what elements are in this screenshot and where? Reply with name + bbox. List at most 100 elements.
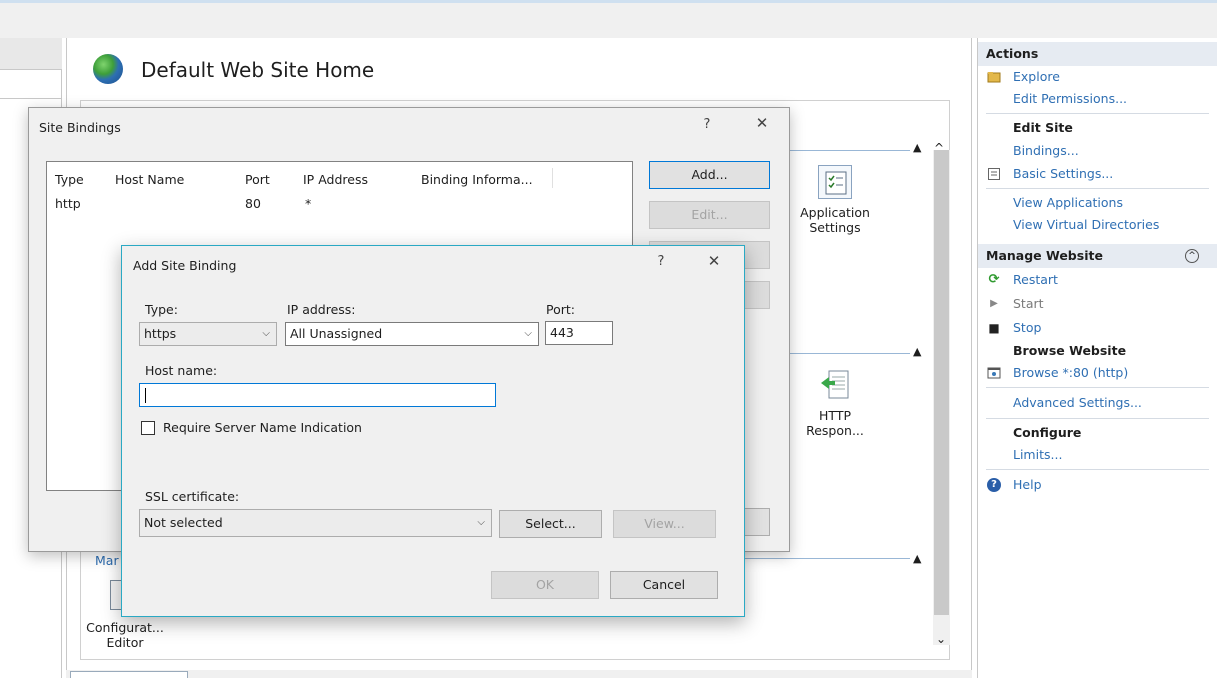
table-cell-type[interactable]: http xyxy=(55,196,81,211)
browse-80-label: Browse *:80 (http) xyxy=(1013,365,1129,380)
actions-pane: Actions Explore Edit Permissions... Edit… xyxy=(977,38,1217,678)
section-divider xyxy=(790,150,910,151)
feature-configuration-editor[interactable]: Configurat... Editor xyxy=(80,620,170,650)
select-certificate-button[interactable]: Select... xyxy=(499,510,602,538)
help-icon[interactable]: ? xyxy=(646,254,676,269)
sni-checkbox[interactable] xyxy=(141,421,155,435)
ssl-certificate-label: SSL certificate: xyxy=(145,489,240,504)
start-label: Start xyxy=(1013,296,1044,311)
advanced-settings-link[interactable]: Advanced Settings... xyxy=(978,391,1217,415)
limits-label: Limits... xyxy=(1013,447,1063,462)
cancel-button[interactable]: Cancel xyxy=(610,571,718,599)
column-header-port[interactable]: Port xyxy=(245,172,270,187)
basic-settings-link[interactable]: Basic Settings... xyxy=(978,163,1217,185)
help-icon: ? xyxy=(987,478,1001,492)
folder-icon xyxy=(987,70,1001,84)
stop-icon: ■ xyxy=(988,321,1000,335)
ok-button[interactable]: OK xyxy=(491,571,599,599)
help-icon[interactable]: ? xyxy=(692,117,722,132)
scrollbar-thumb[interactable] xyxy=(934,150,949,615)
page-title: Default Web Site Home xyxy=(141,58,375,82)
close-icon[interactable]: ✕ xyxy=(699,252,729,270)
section-divider xyxy=(790,353,910,354)
ssl-certificate-select[interactable]: Not selected ⌵ xyxy=(139,509,492,537)
close-icon[interactable]: ✕ xyxy=(747,114,777,132)
edit-permissions-link[interactable]: Edit Permissions... xyxy=(978,88,1217,110)
bindings-link[interactable]: Bindings... xyxy=(978,139,1217,163)
dialog-title: Site Bindings xyxy=(39,120,121,135)
divider xyxy=(986,418,1209,419)
table-cell-ip[interactable]: * xyxy=(305,196,311,211)
section-divider xyxy=(745,558,910,559)
column-header-host-name[interactable]: Host Name xyxy=(115,172,184,187)
basic-settings-label: Basic Settings... xyxy=(1013,166,1114,181)
collapse-chevron-icon[interactable]: ▲ xyxy=(913,141,921,154)
sni-label[interactable]: Require Server Name Indication xyxy=(163,420,362,435)
view-virtual-directories-link[interactable]: View Virtual Directories xyxy=(978,214,1217,236)
browse-website-heading: Browse Website xyxy=(1013,343,1127,358)
help-label: Help xyxy=(1013,477,1042,492)
explore-link[interactable]: Explore xyxy=(978,66,1217,88)
view-applications-label: View Applications xyxy=(1013,195,1123,210)
start-link[interactable]: ▶ Start xyxy=(978,292,1217,316)
type-select-value: https xyxy=(144,326,177,341)
table-cell-port[interactable]: 80 xyxy=(245,196,261,211)
type-label: Type: xyxy=(145,302,178,317)
limits-link[interactable]: Limits... xyxy=(978,444,1217,466)
type-select[interactable]: https ⌵ xyxy=(139,322,277,346)
restart-link[interactable]: ⟳ Restart xyxy=(978,268,1217,292)
column-header-type[interactable]: Type xyxy=(55,172,84,187)
application-settings-icon xyxy=(818,165,852,199)
chevron-down-icon: ⌵ xyxy=(524,328,532,339)
help-link[interactable]: ? Help xyxy=(978,473,1217,497)
chevron-down-icon: ⌵ xyxy=(477,517,485,528)
dialog-title: Add Site Binding xyxy=(133,258,237,273)
scroll-down-arrow-icon[interactable]: ⌄ xyxy=(936,632,946,646)
stop-link[interactable]: ■ Stop xyxy=(978,316,1217,340)
feature-label: Application xyxy=(800,205,870,220)
restart-label: Restart xyxy=(1013,272,1058,287)
host-name-label: Host name: xyxy=(145,363,218,378)
column-header-ip-address[interactable]: IP Address xyxy=(303,172,368,187)
collapse-chevron-icon[interactable]: ▲ xyxy=(913,345,921,358)
column-divider xyxy=(552,168,553,188)
top-toolbar-area xyxy=(0,0,1217,38)
view-applications-link[interactable]: View Applications xyxy=(978,192,1217,214)
feature-label: Editor xyxy=(106,635,144,650)
checklist-icon xyxy=(825,171,847,195)
advanced-settings-label: Advanced Settings... xyxy=(1013,395,1142,410)
restart-icon: ⟳ xyxy=(988,272,1000,287)
bindings-label: Bindings... xyxy=(1013,143,1079,158)
ip-address-select[interactable]: All Unassigned ⌵ xyxy=(285,322,539,346)
column-header-binding-information[interactable]: Binding Informa... xyxy=(421,172,533,187)
chevron-down-icon: ⌵ xyxy=(262,328,270,339)
add-button[interactable]: Add... xyxy=(649,161,770,189)
view-virtual-directories-label: View Virtual Directories xyxy=(1013,217,1160,232)
start-icon: ▶ xyxy=(990,298,998,309)
globe-icon xyxy=(93,54,123,84)
manage-website-header: Manage Website ^ xyxy=(978,244,1217,268)
collapse-circle-icon[interactable]: ^ xyxy=(1185,249,1199,263)
view-certificate-button[interactable]: View... xyxy=(613,510,716,538)
text-caret xyxy=(145,388,146,403)
add-site-binding-dialog: Add Site Binding ? ✕ Type: https ⌵ IP ad… xyxy=(121,245,745,617)
edit-button[interactable]: Edit... xyxy=(649,201,770,229)
ssl-certificate-value: Not selected xyxy=(144,515,223,530)
feature-label: Respon... xyxy=(806,423,864,438)
feature-http-response-headers[interactable]: HTTP Respon... xyxy=(800,368,870,438)
ip-address-select-value: All Unassigned xyxy=(290,326,383,341)
port-field[interactable]: 443 xyxy=(545,321,613,345)
connections-divider xyxy=(0,98,62,99)
features-view-tab[interactable] xyxy=(70,671,188,678)
browser-window-icon xyxy=(987,366,1001,380)
feature-label: HTTP xyxy=(819,408,851,423)
host-name-field[interactable] xyxy=(139,383,496,407)
browse-80-link[interactable]: Browse *:80 (http) xyxy=(978,362,1217,384)
divider xyxy=(986,387,1209,388)
explore-label: Explore xyxy=(1013,69,1060,84)
divider xyxy=(986,469,1209,470)
collapse-chevron-icon[interactable]: ▲ xyxy=(913,552,921,565)
feature-application-settings[interactable]: Application Settings xyxy=(790,165,880,235)
stop-label: Stop xyxy=(1013,320,1042,335)
management-group-label: Mar xyxy=(95,553,119,568)
